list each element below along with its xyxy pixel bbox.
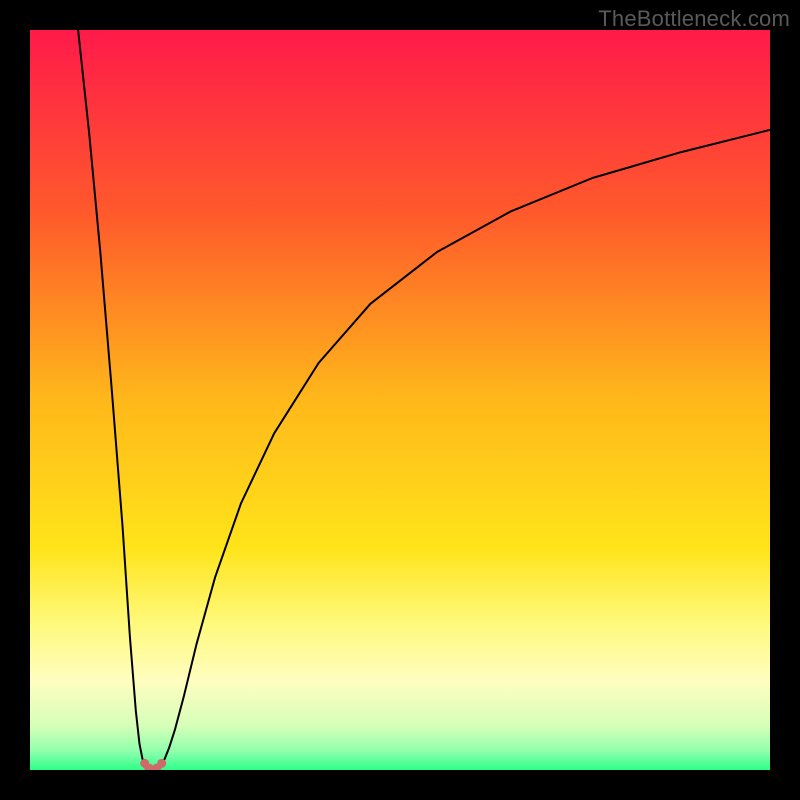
chart-svg <box>30 30 770 770</box>
outer-frame: TheBottleneck.com <box>0 0 800 800</box>
plot-area <box>30 30 770 770</box>
watermark-text: TheBottleneck.com <box>598 6 790 32</box>
gradient-background <box>30 30 770 770</box>
valley-dot-3 <box>157 759 166 768</box>
